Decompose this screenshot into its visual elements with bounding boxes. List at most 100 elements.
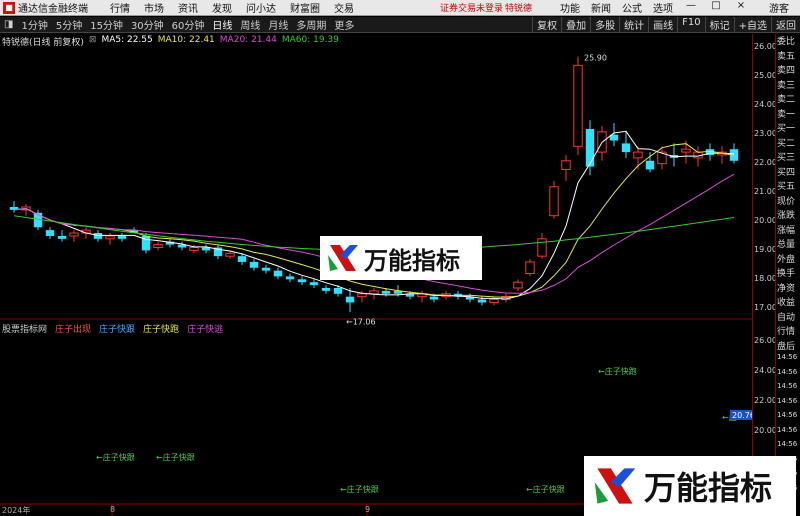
side-panel-item[interactable]: 14:56 [777,397,797,405]
y-tick-label: 17.00 [754,303,777,312]
menu-trade[interactable]: 交易 [334,0,354,15]
side-panel-item[interactable]: 买五 [777,179,795,192]
tab-15min[interactable]: 15分钟 [90,17,123,32]
side-panel-item[interactable]: 涨跌 [777,208,795,221]
btn-add-watch[interactable]: +自选 [733,17,771,32]
tab-monthly[interactable]: 月线 [268,17,288,32]
side-panel-item[interactable]: 收益 [777,295,795,308]
x-label-month-8: 8 [110,505,116,514]
side-panel-item[interactable]: 换手 [777,266,795,279]
btn-overlay[interactable]: 叠加 [561,17,590,32]
candle-body [225,252,235,257]
btn-adjust[interactable]: 复权 [532,17,561,32]
watermark-logo-icon-2 [594,468,636,504]
tab-30min[interactable]: 30分钟 [131,17,164,32]
watermark-text: 万能指标 [364,246,460,275]
indicator-name: 股票指标网 [2,325,48,335]
high-price-label: 25.90 [584,54,607,63]
x-label-month-9: 9 [365,505,371,514]
indicator-line-2: 庄子快跟 [99,325,136,335]
tab-daily[interactable]: 日线 [212,17,232,32]
tab-multi-period[interactable]: 多周期 [296,17,326,32]
y-tick-label: 26.00 [754,42,777,51]
side-panel-item[interactable]: 外盘 [777,252,795,265]
watermark-badge-2: 万能指标 [584,456,796,516]
ma-lines: 25.90 ←17.06 [13,54,735,326]
y-tick-label-sub: 26.00 [754,336,777,345]
period-icon[interactable]: ◨ [4,19,13,30]
tab-1min[interactable]: 1分钟 [21,17,47,32]
indicator-annotation: ←庄子快跑 [598,366,637,376]
menu-news-right[interactable]: 新闻 [591,0,611,15]
value-box-text: 20.76 [732,411,752,420]
btn-mark[interactable]: 标记 [704,17,734,32]
menu-bar: ■ 通达信金融终端 行情 市场 资讯 发现 问小达 财富圈 交易 证券交易未登录… [0,0,800,16]
candle-body [573,64,583,147]
btn-draw[interactable]: 画线 [648,17,677,32]
menu-formula[interactable]: 公式 [622,0,642,15]
side-panel-item[interactable]: 买三 [777,150,795,163]
side-panel-item[interactable]: 卖五 [777,49,795,62]
menu-market[interactable]: 行情 [110,0,130,15]
side-panel-item[interactable]: 卖一 [777,107,795,120]
candle-body [189,247,199,251]
toolbar: ◨ 1分钟 5分钟 15分钟 30分钟 60分钟 日线 周线 月线 多周期 更多… [0,17,800,33]
candle-body [621,143,631,153]
tab-weekly[interactable]: 周线 [240,17,260,32]
side-panel-item[interactable]: 14:56 [777,426,797,434]
tab-5min[interactable]: 5分钟 [56,17,82,32]
login-notice[interactable]: 证券交易未登录 [440,1,503,14]
menu-functions[interactable]: 功能 [560,0,580,15]
y-tick-label: 22.00 [754,158,777,167]
menu-wealth[interactable]: 财富圈 [290,0,320,15]
candle-body [153,244,163,248]
minimize-icon[interactable]: — [684,0,698,15]
btn-multi-stock[interactable]: 多股 [590,17,619,32]
side-panel-item[interactable]: 14:56 [777,440,797,448]
side-panel-item[interactable]: 行情 [777,324,795,337]
side-panel-item[interactable]: 14:56 [777,368,797,376]
menu-news[interactable]: 资讯 [178,0,198,15]
indicator-annotation: ←庄子快跟 [156,452,195,462]
btn-back[interactable]: 返回 [771,17,800,32]
candle-body [513,281,523,289]
menu-options[interactable]: 选项 [653,0,673,15]
side-panel-item[interactable]: 净资 [777,281,795,294]
side-panel-item[interactable]: 卖二 [777,92,795,105]
app-title: 通达信金融终端 [18,4,88,15]
menu-market2[interactable]: 市场 [144,0,164,15]
side-panel-item[interactable]: 买四 [777,165,795,178]
side-panel-item[interactable]: 盘后 [777,339,795,352]
side-panel-item[interactable]: 委比 [777,34,795,47]
menu-ask[interactable]: 问小达 [246,0,276,15]
y-tick-label-sub: 22.00 [754,396,777,405]
candle-body [633,151,643,159]
btn-stats[interactable]: 统计 [619,17,648,32]
side-panel-item[interactable]: 14:56 [777,411,797,419]
side-panel-item[interactable]: 自动 [777,310,795,323]
side-panel-item[interactable]: 现价 [777,194,795,207]
side-panel-item[interactable]: 卖四 [777,63,795,76]
side-panel-item[interactable]: 卖三 [777,78,795,91]
indicator-line-4: 庄子快逃 [187,325,224,335]
tab-60min[interactable]: 60分钟 [172,17,205,32]
side-panel-item[interactable]: 买一 [777,121,795,134]
btn-f10[interactable]: F10 [677,17,704,32]
side-panel-item[interactable]: 买二 [777,136,795,149]
guest-label[interactable]: 游客 [769,0,789,15]
candle-body [369,290,379,295]
candle-body [489,299,499,303]
tab-more[interactable]: 更多 [334,17,354,32]
side-panel-item[interactable]: 14:56 [777,353,797,361]
maximize-icon[interactable]: □ [709,0,723,15]
indicator-annotation: ←庄子快跟 [96,452,135,462]
side-panel-item[interactable]: 总量 [777,237,795,250]
candle-body [333,287,343,294]
close-icon[interactable]: × [734,0,748,15]
y-tick-label: 25.00 [754,71,777,80]
stock-name-notice: 特锐德 [505,4,533,14]
menu-discover[interactable]: 发现 [212,0,232,15]
side-panel-item[interactable]: 涨幅 [777,223,795,236]
side-panel-item[interactable]: 14:56 [777,382,797,390]
indicator-annotation: ←庄子快跟 [526,484,565,494]
